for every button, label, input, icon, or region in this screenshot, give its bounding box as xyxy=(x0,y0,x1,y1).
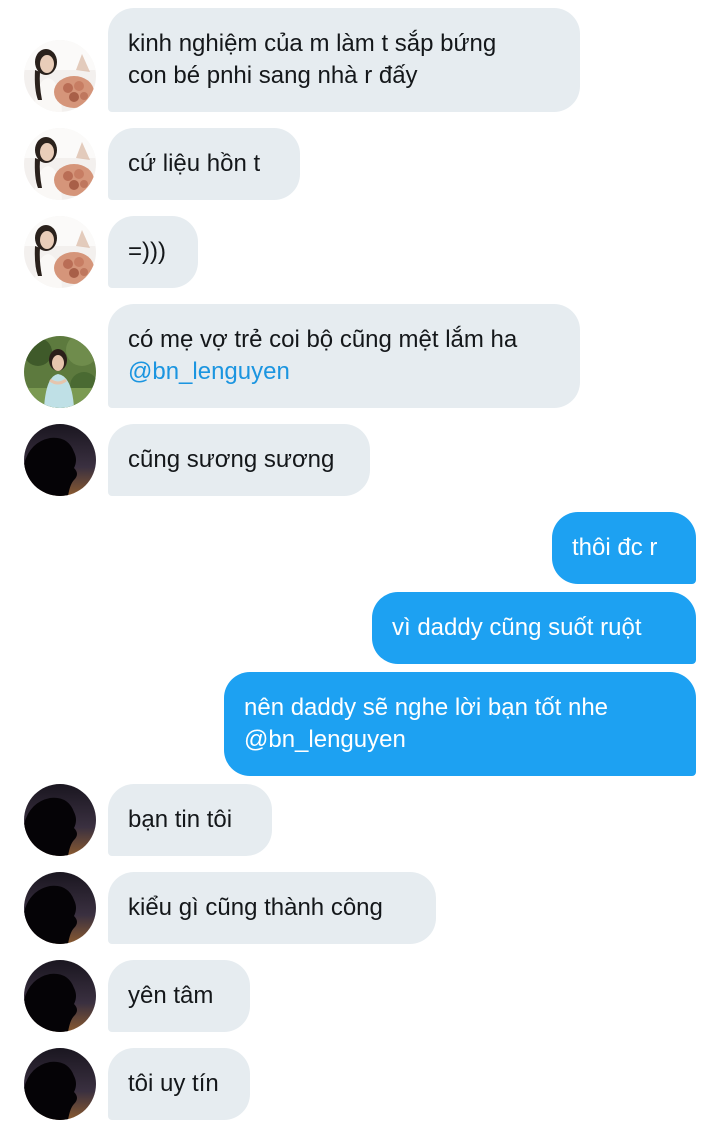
message-text-line: cứ liệu hồn t xyxy=(128,150,261,177)
avatar[interactable] xyxy=(24,40,96,112)
avatar-silhouette-icon xyxy=(24,1048,96,1120)
message-text-line: thôi đc r xyxy=(572,534,658,561)
avatar[interactable] xyxy=(24,872,96,944)
message-bubble[interactable]: kinh nghiệm của m làm t sắp bứng con bé … xyxy=(108,8,580,112)
avatar[interactable] xyxy=(24,1048,96,1120)
message-bubble-outgoing[interactable]: nên daddy sẽ nghe lời bạn tốt nhe @bn_le… xyxy=(224,672,696,776)
message-text-line: nên daddy sẽ nghe lời bạn tốt nhe xyxy=(244,694,609,721)
message-text-line: kinh nghiệm của m làm t sắp bứng xyxy=(128,30,497,57)
message-text-line: cũng sương sương xyxy=(128,446,335,473)
message-bubble[interactable]: tôi uy tín xyxy=(108,1048,250,1120)
message-bubble-outgoing[interactable]: vì daddy cũng suốt ruột xyxy=(372,592,696,664)
message-text-line: có mẹ vợ trẻ coi bộ cũng mệt lắm ha xyxy=(128,326,518,353)
message-bubble[interactable]: có mẹ vợ trẻ coi bộ cũng mệt lắm ha @bn_… xyxy=(108,304,580,408)
message-text-line: con bé pnhi sang nhà r đấy xyxy=(128,62,418,89)
avatar-silhouette-icon xyxy=(24,784,96,856)
message-text-line: =))) xyxy=(128,238,166,265)
avatar[interactable] xyxy=(24,784,96,856)
avatar[interactable] xyxy=(24,336,96,408)
avatar-silhouette-icon xyxy=(24,960,96,1032)
avatar-photo-icon xyxy=(24,40,96,112)
avatar-silhouette-icon xyxy=(24,424,96,496)
avatar-silhouette-icon xyxy=(24,872,96,944)
avatar[interactable] xyxy=(24,216,96,288)
message-bubble[interactable]: cứ liệu hồn t xyxy=(108,128,300,200)
message-bubble[interactable]: kiểu gì cũng thành công xyxy=(108,872,436,944)
avatar-photo-icon xyxy=(24,336,96,408)
mention-link[interactable]: @bn_lenguyen xyxy=(128,356,560,388)
avatar[interactable] xyxy=(24,960,96,1032)
message-bubble-outgoing[interactable]: thôi đc r xyxy=(552,512,696,584)
message-text-line: yên tâm xyxy=(128,982,214,1009)
message-text-line: bạn tin tôi xyxy=(128,806,233,833)
avatar-photo-icon xyxy=(24,216,96,288)
message-bubble[interactable]: cũng sương sương xyxy=(108,424,370,496)
message-text-line: kiểu gì cũng thành công xyxy=(128,894,383,921)
message-bubble[interactable]: =))) xyxy=(108,216,198,288)
message-bubble[interactable]: bạn tin tôi xyxy=(108,784,272,856)
message-text-line: tôi uy tín xyxy=(128,1070,219,1097)
avatar[interactable] xyxy=(24,128,96,200)
avatar-photo-icon xyxy=(24,128,96,200)
message-bubble[interactable]: yên tâm xyxy=(108,960,250,1032)
message-text-line: vì daddy cũng suốt ruột xyxy=(392,614,642,641)
mention-link[interactable]: @bn_lenguyen xyxy=(244,724,676,756)
avatar[interactable] xyxy=(24,424,96,496)
